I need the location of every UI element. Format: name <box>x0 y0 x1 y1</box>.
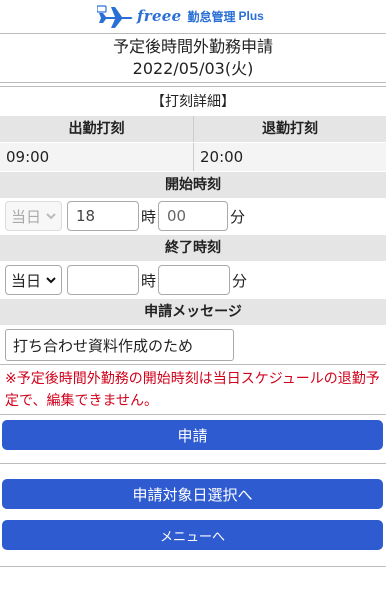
divider <box>0 86 386 87</box>
start-minute-unit: 分 <box>230 207 246 226</box>
select-date-button[interactable]: 申請対象日選択へ <box>2 479 383 509</box>
end-day-select-value: 当日 <box>11 271 42 290</box>
divider <box>0 463 386 464</box>
end-minute-unit: 分 <box>232 271 248 290</box>
end-hour-input[interactable] <box>67 265 139 295</box>
start-hour-unit: 時 <box>141 207 157 226</box>
page-title-block: 予定後時間外勤務申請 2022/05/03(火) <box>0 36 386 80</box>
page-date: 2022/05/03(火) <box>132 59 254 78</box>
divider <box>0 33 386 34</box>
chevron-down-icon <box>46 213 56 220</box>
divider <box>0 414 386 415</box>
product-plus: Plus <box>238 9 264 23</box>
start-minute-input[interactable]: 00 <box>158 201 229 231</box>
freee-logo: freee 勤怠管理 Plus <box>97 3 264 29</box>
divider <box>0 82 386 83</box>
end-time-heading: 終了時刻 <box>0 235 386 261</box>
divider <box>0 364 386 365</box>
start-hour-input[interactable]: 18 <box>67 201 139 231</box>
end-hour-unit: 時 <box>141 271 157 290</box>
airplane-logo-icon <box>97 5 133 28</box>
start-time-row: 当日 18 時 00 分 <box>0 198 386 234</box>
brand-name: freee <box>137 7 182 25</box>
clock-out-label: 退勤打刻 <box>193 116 386 142</box>
chevron-down-icon <box>46 277 56 284</box>
product-name: 勤怠管理 <box>187 9 236 24</box>
clock-in-label: 出勤打刻 <box>0 116 193 142</box>
clock-out-value: 20:00 <box>193 143 386 171</box>
warning-text: ※予定後時間外勤務の開始時刻は当日スケジュールの退勤予定で、編集できません。 <box>5 371 380 409</box>
menu-button[interactable]: メニューへ <box>2 520 383 550</box>
punch-detail-heading: 【打刻詳細】 <box>151 94 235 110</box>
divider <box>0 566 386 567</box>
start-day-select-value: 当日 <box>11 207 42 226</box>
message-input[interactable]: 打ち合わせ資料作成のため <box>5 329 234 361</box>
message-heading: 申請メッセージ <box>0 299 386 325</box>
punch-columns-header: 出勤打刻 退勤打刻 <box>0 116 386 142</box>
punch-columns-values: 09:00 20:00 <box>0 143 386 171</box>
end-minute-input[interactable] <box>158 265 231 295</box>
clock-in-value: 09:00 <box>0 143 193 171</box>
start-day-select[interactable]: 当日 <box>5 201 62 231</box>
end-time-row: 当日 時 分 <box>0 262 386 298</box>
end-day-select[interactable]: 当日 <box>5 265 62 295</box>
page-title: 予定後時間外勤務申請 <box>112 37 273 56</box>
submit-button[interactable]: 申請 <box>2 420 383 450</box>
header: freee 勤怠管理 Plus <box>0 0 386 32</box>
start-time-heading: 開始時刻 <box>0 172 386 198</box>
